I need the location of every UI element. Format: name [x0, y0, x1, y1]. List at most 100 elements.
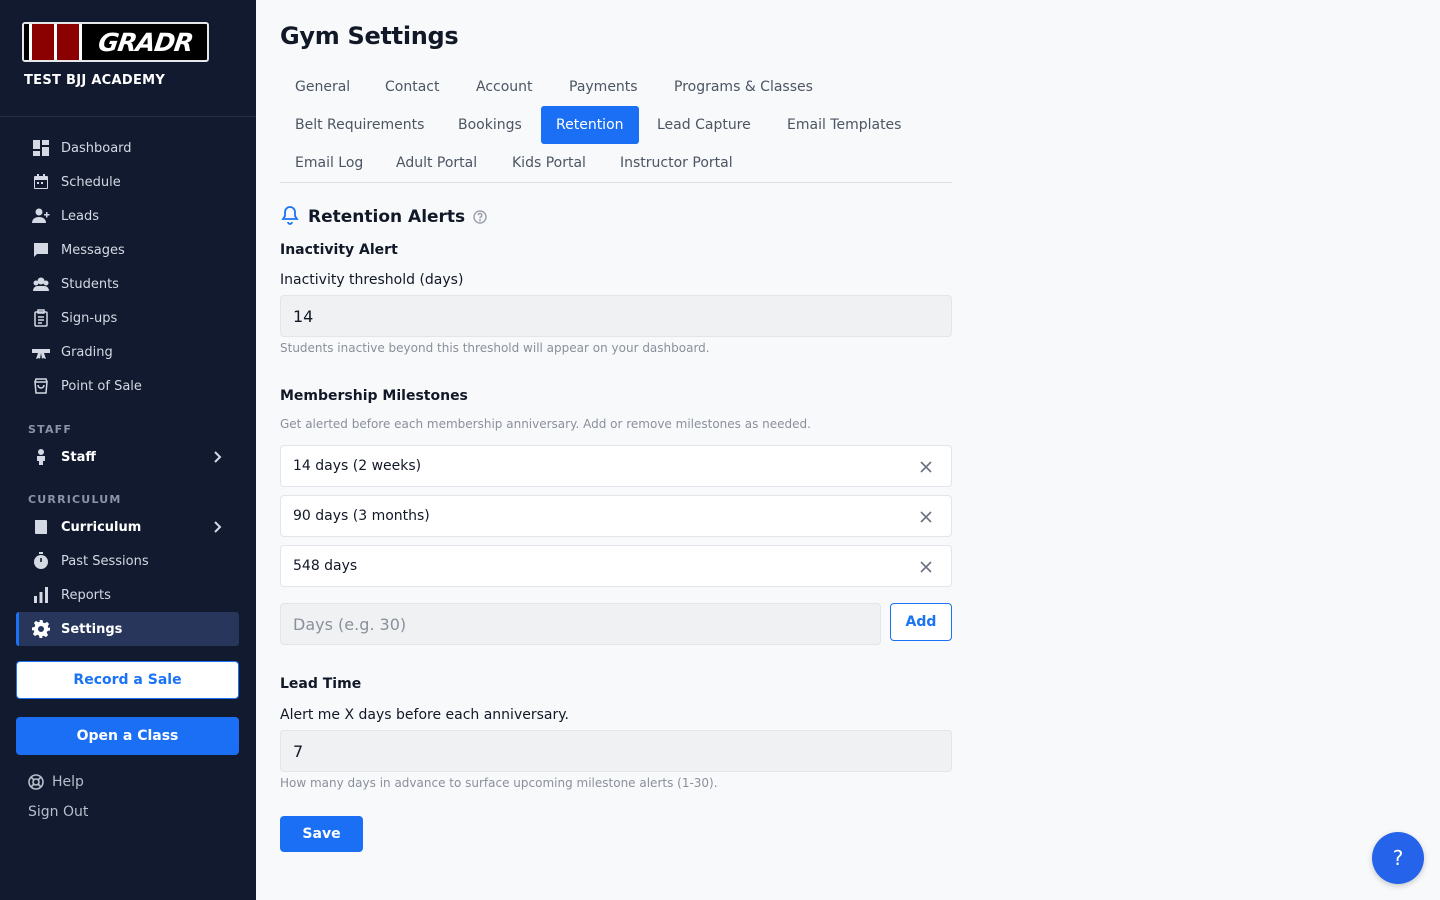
stopwatch-icon	[32, 552, 50, 570]
dashboard-icon	[32, 139, 50, 157]
tab-belt-requirements[interactable]: Belt Requirements	[280, 106, 439, 144]
sidebar-item-grading[interactable]: Grading	[16, 335, 239, 369]
sidebar-item-label: Dashboard	[61, 140, 132, 156]
help-link[interactable]: Help	[28, 774, 84, 790]
sidebar-item-dashboard[interactable]: Dashboard	[16, 131, 239, 165]
lifebuoy-icon	[28, 774, 44, 790]
bell-icon	[280, 205, 300, 229]
book-icon	[32, 518, 50, 536]
chevron-right-icon	[209, 519, 225, 535]
gear-icon	[32, 620, 50, 638]
tab-email-log[interactable]: Email Log	[280, 144, 378, 182]
section-header: Retention Alerts	[280, 205, 487, 229]
sidebar-item-curriculum[interactable]: Curriculum	[16, 510, 239, 544]
sidebar-item-label: Sign-ups	[61, 310, 118, 326]
sidebar-item-label: Students	[61, 276, 119, 292]
help-circle-icon[interactable]	[465, 207, 487, 228]
gym-name: TEST BJJ ACADEMY	[24, 73, 166, 88]
tab-kids-portal[interactable]: Kids Portal	[497, 144, 601, 182]
inactivity-label: Inactivity threshold (days)	[280, 272, 464, 288]
sidebar-item-settings[interactable]: Settings	[16, 612, 239, 646]
milestone-label: 14 days (2 weeks)	[293, 458, 422, 474]
sidebar-item-label: Grading	[61, 344, 113, 360]
sidebar: GRADR TEST BJJ ACADEMY Dashboard Schedul…	[0, 0, 256, 900]
close-icon[interactable]	[918, 509, 934, 525]
milestone-label: 548 days	[293, 558, 358, 574]
milestone-days-input[interactable]	[280, 603, 881, 645]
sidebar-item-schedule[interactable]: Schedule	[16, 165, 239, 199]
sidebar-item-sign-ups[interactable]: Sign-ups	[16, 301, 239, 335]
belt-icon	[32, 343, 50, 361]
milestone-row: 548 days	[280, 545, 952, 587]
tab-general[interactable]: General	[280, 68, 365, 106]
inactivity-heading: Inactivity Alert	[280, 242, 398, 258]
add-milestone-button[interactable]: Add	[890, 603, 952, 641]
sidebar-item-label: Point of Sale	[61, 378, 142, 394]
tab-adult-portal[interactable]: Adult Portal	[381, 144, 492, 182]
lead-time-label: Alert me X days before each anniversary.	[280, 707, 569, 723]
close-icon[interactable]	[918, 559, 934, 575]
students-icon	[32, 275, 50, 293]
milestones-heading: Membership Milestones	[280, 388, 468, 404]
gradr-logo[interactable]: GRADR	[22, 22, 209, 62]
record-sale-button[interactable]: Record a Sale	[16, 661, 239, 699]
tab-email-templates[interactable]: Email Templates	[772, 106, 916, 144]
lead-time-heading: Lead Time	[280, 676, 362, 692]
help-fab-button[interactable]: ?	[1372, 832, 1424, 884]
tab-bookings[interactable]: Bookings	[443, 106, 537, 144]
brand: GRADR TEST BJJ ACADEMY	[0, 0, 256, 117]
milestone-row: 90 days (3 months)	[280, 495, 952, 537]
milestone-label: 90 days (3 months)	[293, 508, 430, 524]
milestones-help: Get alerted before each membership anniv…	[280, 417, 811, 431]
logo-stripes	[24, 24, 84, 60]
sidebar-item-reports[interactable]: Reports	[16, 578, 239, 612]
section-title: Retention Alerts	[308, 207, 466, 227]
chevron-right-icon	[209, 449, 225, 465]
calendar-icon	[32, 173, 50, 191]
tab-retention[interactable]: Retention	[541, 106, 639, 144]
sign-out-label: Sign Out	[28, 804, 89, 820]
sign-out-link[interactable]: Sign Out	[28, 804, 88, 820]
sidebar-item-label: Staff	[61, 449, 96, 465]
tab-instructor-portal[interactable]: Instructor Portal	[605, 144, 748, 182]
clipboard-icon	[32, 309, 50, 327]
logo-text: GRADR	[96, 27, 195, 57]
open-class-button[interactable]: Open a Class	[16, 717, 239, 755]
shopping-bag-icon	[32, 377, 50, 395]
sidebar-item-label: Settings	[61, 621, 123, 637]
inactivity-help: Students inactive beyond this threshold …	[280, 341, 710, 355]
sidebar-item-label: Messages	[61, 242, 125, 258]
sidebar-item-staff[interactable]: Staff	[16, 440, 239, 474]
help-label: Help	[52, 774, 84, 790]
milestone-row: 14 days (2 weeks)	[280, 445, 952, 487]
chat-icon	[32, 241, 50, 259]
sidebar-item-label: Curriculum	[61, 519, 142, 535]
lead-time-help: How many days in advance to surface upco…	[280, 776, 718, 790]
sidebar-item-label: Past Sessions	[61, 553, 149, 569]
lead-time-input[interactable]	[280, 730, 952, 772]
sidebar-item-students[interactable]: Students	[16, 267, 239, 301]
tab-account[interactable]: Account	[461, 68, 548, 106]
section-label-staff: STAFF	[28, 423, 73, 436]
sidebar-item-messages[interactable]: Messages	[16, 233, 239, 267]
inactivity-threshold-input[interactable]	[280, 295, 952, 337]
sidebar-item-label: Schedule	[61, 174, 121, 190]
sidebar-item-label: Leads	[61, 208, 100, 224]
person-add-icon	[32, 207, 50, 225]
sidebar-item-label: Reports	[61, 587, 111, 603]
sidebar-nav: Dashboard Schedule Leads Messages Studen…	[16, 131, 239, 646]
section-label-curriculum: CURRICULUM	[28, 493, 122, 506]
bar-chart-icon	[32, 586, 50, 604]
tab-contact[interactable]: Contact	[370, 68, 454, 106]
settings-tabs: General Contact Account Payments Program…	[280, 68, 952, 183]
tab-programs-classes[interactable]: Programs & Classes	[659, 68, 828, 106]
tab-lead-capture[interactable]: Lead Capture	[642, 106, 766, 144]
save-button[interactable]: Save	[280, 816, 363, 852]
sidebar-item-leads[interactable]: Leads	[16, 199, 239, 233]
sidebar-item-past-sessions[interactable]: Past Sessions	[16, 544, 239, 578]
close-icon[interactable]	[918, 459, 934, 475]
page-title: Gym Settings	[280, 22, 459, 50]
sidebar-item-point-of-sale[interactable]: Point of Sale	[16, 369, 239, 403]
person-icon	[32, 448, 50, 466]
tab-payments[interactable]: Payments	[554, 68, 653, 106]
